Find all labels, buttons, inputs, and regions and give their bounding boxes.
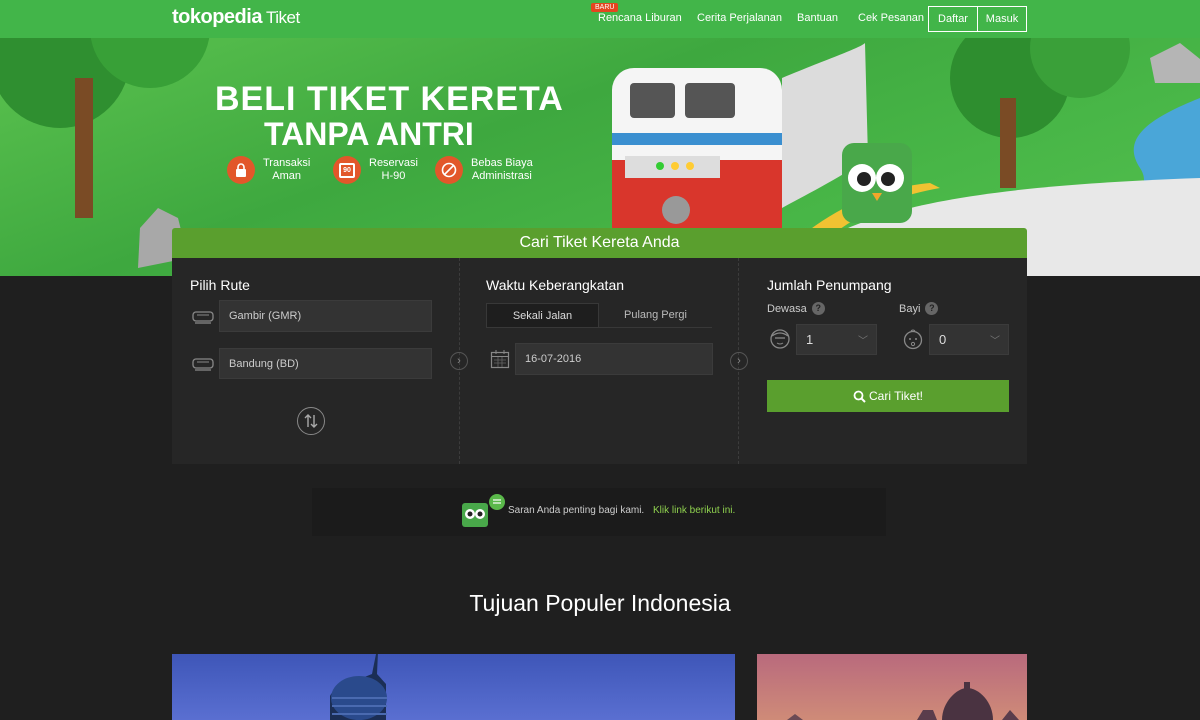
hero-title-line2: TANPA ANTRI (264, 116, 474, 152)
no-fee-icon (435, 156, 463, 184)
calendar-90-icon: 90 (333, 156, 361, 184)
baby-face-icon (902, 328, 924, 355)
chevron-down-icon: ﹀ (858, 336, 868, 347)
brand-logo[interactable]: tokopedia Tiket (172, 6, 300, 29)
destination-card-borobudur[interactable] (757, 654, 1027, 720)
feedback-link[interactable]: Klik link berikut ini. (653, 505, 735, 516)
login-button[interactable]: Masuk (977, 7, 1026, 31)
search-button-label: Cari Tiket! (868, 389, 923, 403)
swap-route-button[interactable] (297, 407, 325, 435)
auth-buttons: Daftar Masuk (928, 6, 1027, 32)
adult-label-text: Dewasa (767, 302, 807, 315)
nav-link-rencana-liburan[interactable]: Rencana Liburan (598, 12, 682, 24)
mascot-feedback-icon (460, 494, 506, 535)
feature-line1: Reservasi (369, 157, 418, 169)
train-icon (192, 309, 214, 330)
infant-count-select[interactable]: 0 ﹀ (929, 324, 1009, 355)
popular-destinations-title: Tujuan Populer Indonesia (469, 590, 731, 616)
search-icon (853, 390, 866, 403)
chevron-right-icon: › (450, 352, 468, 370)
feature-no-admin-fee: Bebas Biaya Administrasi (435, 156, 533, 184)
origin-station-field[interactable]: Gambir (GMR) (219, 300, 432, 332)
feature-secure-transaction: Transaksi Aman (227, 156, 310, 184)
search-panel-heading: Cari Tiket Kereta Anda (172, 228, 1027, 258)
chevron-down-icon: ﹀ (990, 336, 1000, 347)
departure-date-field[interactable]: 16-07-2016 (515, 343, 713, 375)
train-icon (192, 356, 214, 377)
tab-round-trip[interactable]: Pulang Pergi (599, 303, 712, 327)
nav-link-cek-pesanan[interactable]: Cek Pesanan (858, 12, 924, 24)
adult-label: Dewasa ? (767, 302, 825, 315)
lock-icon (227, 156, 255, 184)
nav-link-cerita-perjalanan[interactable]: Cerita Perjalanan (697, 12, 782, 24)
search-ticket-button[interactable]: Cari Tiket! (767, 380, 1009, 412)
register-button[interactable]: Daftar (929, 7, 977, 31)
adult-count-value: 1 (806, 332, 814, 347)
destination-card-jakarta[interactable] (172, 654, 735, 720)
infant-label-text: Bayi (899, 302, 921, 315)
adult-face-icon (769, 328, 791, 355)
destination-station-field[interactable]: Bandung (BD) (219, 348, 432, 379)
tab-one-way[interactable]: Sekali Jalan (486, 303, 599, 327)
brand-sub: Tiket (265, 8, 300, 27)
calendar-icon (490, 349, 510, 374)
route-title: Pilih Rute (190, 277, 250, 293)
passenger-title: Jumlah Penumpang (767, 277, 892, 293)
departure-title: Waktu Keberangkatan (486, 277, 625, 293)
monument-image (330, 654, 387, 720)
adult-count-select[interactable]: 1 ﹀ (796, 324, 877, 355)
nav-link-bantuan[interactable]: Bantuan (797, 12, 838, 24)
help-icon[interactable]: ? (811, 302, 825, 315)
feature-line2: Aman (272, 170, 302, 182)
feature-line1: Bebas Biaya (471, 157, 533, 169)
infant-label: Bayi ? (899, 302, 939, 315)
brand-name: tokopedia (172, 6, 262, 28)
feature-line2: Administrasi (471, 170, 532, 182)
feature-line1: Transaksi (263, 157, 311, 169)
feature-reservation: 90 Reservasi H-90 (333, 156, 418, 184)
chevron-right-icon: › (730, 352, 748, 370)
temple-image (787, 682, 1019, 720)
calendar-number: 90 (339, 162, 355, 178)
feature-line2: H-90 (381, 170, 406, 182)
feedback-text: Saran Anda penting bagi kami. (508, 505, 645, 516)
top-navbar: tokopedia Tiket BARU Rencana Liburan Ceri… (0, 0, 1200, 38)
help-icon[interactable]: ? (925, 302, 939, 315)
swap-icon (304, 414, 318, 428)
infant-count-value: 0 (939, 332, 947, 347)
new-badge: BARU (591, 3, 619, 12)
hero-title-line1: BELI TIKET KERETA (215, 80, 564, 118)
tab-underline (486, 327, 712, 328)
